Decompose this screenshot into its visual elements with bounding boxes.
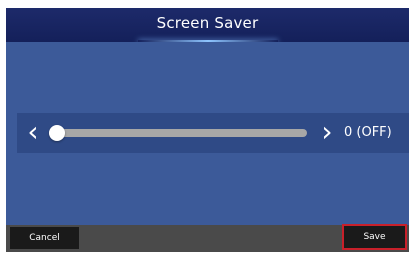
footer-bar: Cancel Save (6, 224, 409, 252)
slider-value-label: 0 (OFF) (344, 125, 392, 140)
header-bar: Screen Saver (6, 8, 409, 42)
slider-thumb[interactable] (49, 125, 65, 141)
save-button[interactable]: Save (342, 224, 407, 250)
chevron-right-icon[interactable]: › (317, 117, 337, 147)
screen-saver-slider-panel: ‹ › 0 (OFF) (17, 113, 409, 153)
screen-saver-slider[interactable] (49, 125, 307, 141)
screen-saver-screen: Screen Saver ‹ › 0 (OFF) Cancel Save (0, 0, 415, 254)
chevron-left-icon[interactable]: ‹ (23, 117, 43, 147)
content-area: ‹ › 0 (OFF) (6, 42, 409, 225)
cancel-button[interactable]: Cancel (10, 227, 79, 249)
page-title: Screen Saver (156, 14, 259, 32)
